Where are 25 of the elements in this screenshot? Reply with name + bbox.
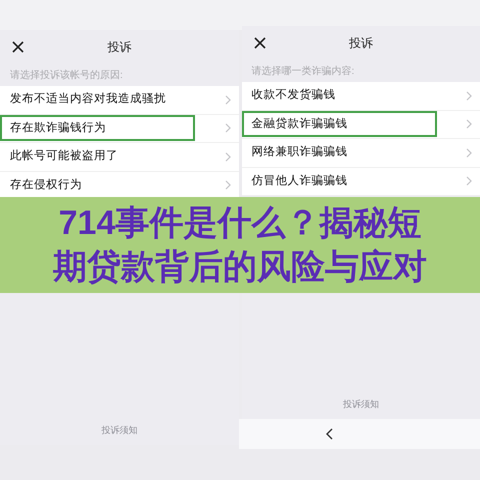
chevron-icon	[466, 90, 472, 101]
option-item[interactable]: 发布不适当内容对我造成骚扰	[10, 91, 166, 108]
option-item[interactable]: 金融贷款诈骗骗钱	[242, 111, 436, 138]
banner-title-line: 期贷款背后的风险与应对	[53, 247, 427, 288]
chevron-icon	[466, 119, 472, 130]
close-icon[interactable]	[12, 41, 24, 53]
page-title: 投诉	[107, 39, 132, 56]
chevron-icon	[224, 94, 230, 105]
banner-title-line: 714事件是什么？揭秘短	[58, 203, 422, 244]
page-title: 投诉	[348, 35, 373, 52]
option-item[interactable]: 仿冒他人诈骗骗钱	[252, 172, 348, 190]
close-icon[interactable]	[254, 37, 266, 49]
hint-text: 请选择投诉该帐号的原因:	[10, 68, 123, 82]
option-item[interactable]: 存在侵权行为	[10, 176, 82, 194]
hint-text: 请选择哪一类诈骗内容:	[252, 64, 354, 78]
back-icon[interactable]	[324, 428, 332, 440]
option-item[interactable]: 此帐号可能被盗用了	[10, 148, 118, 166]
chevron-icon	[224, 152, 230, 162]
option-item[interactable]: 网络兼职诈骗骗钱	[252, 144, 348, 162]
chevron-icon	[466, 176, 472, 186]
chevron-icon	[224, 123, 230, 134]
option-item[interactable]: 存在欺诈骗钱行为	[0, 115, 195, 142]
chevron-icon	[224, 180, 230, 190]
option-item[interactable]: 收款不发货骗钱	[252, 87, 336, 104]
chevron-icon	[466, 148, 472, 158]
